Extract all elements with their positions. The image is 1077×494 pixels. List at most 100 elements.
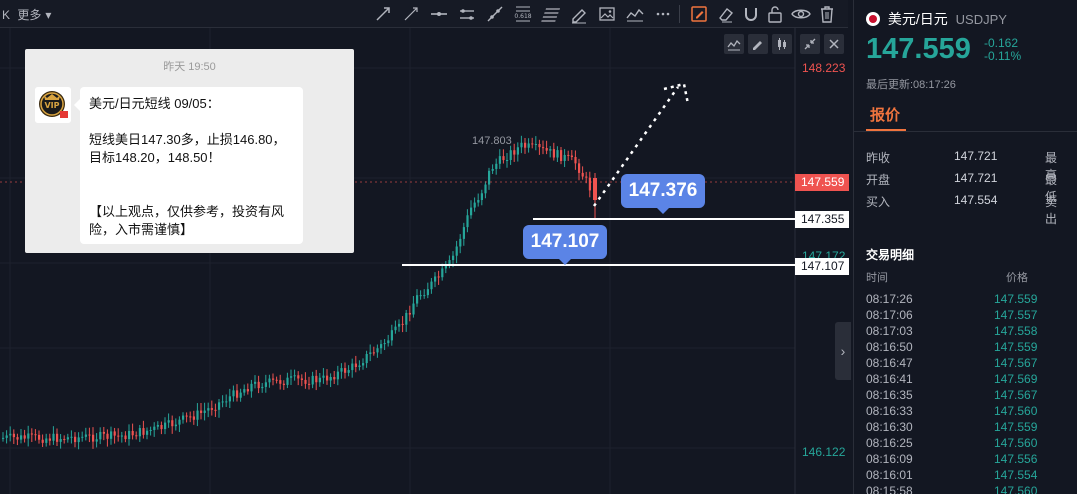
level-2-price-box: 147.107 <box>795 258 849 275</box>
candle-body <box>279 380 282 384</box>
chat-message-text: 美元/日元短线 09/05： 短线美日147.30多，止损146.80，目标14… <box>89 96 286 237</box>
magnet-icon[interactable] <box>740 3 762 25</box>
col-time: 时间 <box>866 272 888 284</box>
trades-header: 时间 价格 <box>866 269 1066 285</box>
candle-body <box>531 143 534 145</box>
trade-row: 08:17:03 147.558 <box>866 324 1066 340</box>
eraser-icon[interactable] <box>714 3 736 25</box>
trade-price: 147.560 <box>994 436 1038 450</box>
candle-body <box>192 416 195 420</box>
horizontal-line-icon[interactable] <box>428 3 450 25</box>
trade-price: 147.560 <box>994 484 1038 494</box>
interval-label[interactable]: K <box>2 8 10 22</box>
candle-body <box>275 379 278 381</box>
trade-time: 08:16:30 <box>866 420 913 434</box>
toolbar-divider <box>679 5 680 23</box>
candle-body <box>452 255 455 261</box>
candle-body <box>131 430 134 436</box>
candle-body <box>23 435 26 439</box>
candle-body <box>167 420 170 423</box>
candle-body <box>160 425 163 430</box>
close-icon[interactable] <box>824 34 844 54</box>
candle-body <box>354 363 357 368</box>
candle-body <box>300 378 303 380</box>
candle-body <box>423 295 426 297</box>
quote-right-label: 卖出 <box>1045 195 1058 226</box>
candle-body <box>574 156 577 164</box>
path-icon[interactable] <box>624 3 646 25</box>
candle-body <box>311 375 314 385</box>
trade-price: 147.560 <box>994 404 1038 418</box>
eye-icon[interactable] <box>790 3 812 25</box>
candle-body <box>45 438 48 443</box>
candle-body <box>250 383 253 392</box>
candle-body <box>254 381 257 384</box>
image-icon[interactable] <box>596 3 618 25</box>
quote-value: 147.554 <box>954 193 998 207</box>
candle-body <box>48 438 51 441</box>
candle-body <box>207 408 210 411</box>
candle-body <box>401 323 404 325</box>
lock-icon[interactable] <box>764 3 786 25</box>
pencil-small-icon[interactable] <box>748 34 768 54</box>
more-menu[interactable]: 更多 ▾ <box>17 8 51 22</box>
trade-time: 08:16:50 <box>866 340 913 354</box>
candle-body <box>70 436 73 438</box>
trade-price: 147.559 <box>994 292 1038 306</box>
tab-quote[interactable]: 报价 <box>870 104 900 125</box>
fibonacci-icon[interactable]: 0.618 <box>512 3 534 25</box>
candle-body <box>329 377 332 381</box>
chart-line-icon[interactable] <box>724 34 744 54</box>
pencil-icon[interactable] <box>568 3 590 25</box>
panel-collapse-handle[interactable]: › <box>835 322 851 380</box>
candle-body <box>88 434 91 436</box>
candle-body <box>290 376 293 378</box>
candle-body <box>16 437 19 440</box>
candle-body <box>178 419 181 425</box>
trade-price: 147.554 <box>994 468 1038 482</box>
candle-body <box>228 396 231 402</box>
ray-icon[interactable] <box>400 3 422 25</box>
candle-body <box>524 142 527 148</box>
candle-body <box>81 436 84 438</box>
candle-body <box>344 368 347 373</box>
trade-row: 08:16:01 147.554 <box>866 468 1066 484</box>
candle-body <box>542 147 545 149</box>
extended-line-icon[interactable] <box>484 3 506 25</box>
candle-body <box>56 433 59 442</box>
candle-body <box>257 381 260 389</box>
candle-body <box>268 378 271 383</box>
trade-time: 08:17:26 <box>866 292 913 306</box>
parallel-channel-icon[interactable] <box>456 3 478 25</box>
chat-bubble: 美元/日元短线 09/05： 短线美日147.30多，止损146.80，目标14… <box>74 87 303 244</box>
candle-body <box>470 207 473 216</box>
quote-label: 开盘 <box>866 173 891 187</box>
quote-label: 买入 <box>866 195 891 209</box>
candle-body <box>477 200 480 203</box>
candle-body <box>84 434 87 437</box>
collapse-arrows-icon[interactable] <box>800 34 820 54</box>
candle-body <box>153 426 156 430</box>
trend-line-icon[interactable] <box>372 3 394 25</box>
chevron-right-icon: › <box>840 343 846 359</box>
trade-time: 08:17:06 <box>866 308 913 322</box>
trade-row: 08:16:35 147.567 <box>866 388 1066 404</box>
candles-small-icon[interactable] <box>772 34 792 54</box>
trade-time: 08:15:58 <box>866 484 913 494</box>
avatar-text: VIP <box>44 101 59 110</box>
candle-body <box>581 172 584 177</box>
candle-body <box>189 416 192 418</box>
candle-body <box>552 149 555 158</box>
trash-icon[interactable] <box>816 3 838 25</box>
candle-body <box>174 424 177 427</box>
brush-icon[interactable] <box>540 3 562 25</box>
col-price: 价格 <box>1006 272 1028 284</box>
candle-body <box>362 363 365 366</box>
edit-drawing-icon[interactable] <box>688 3 710 25</box>
trade-row: 08:17:06 147.557 <box>866 308 1066 324</box>
candle-body <box>297 375 300 379</box>
candle-body <box>63 439 66 441</box>
trade-row: 08:17:26 147.559 <box>866 292 1066 308</box>
more-tools-icon[interactable] <box>652 3 674 25</box>
candle-body <box>484 184 487 194</box>
